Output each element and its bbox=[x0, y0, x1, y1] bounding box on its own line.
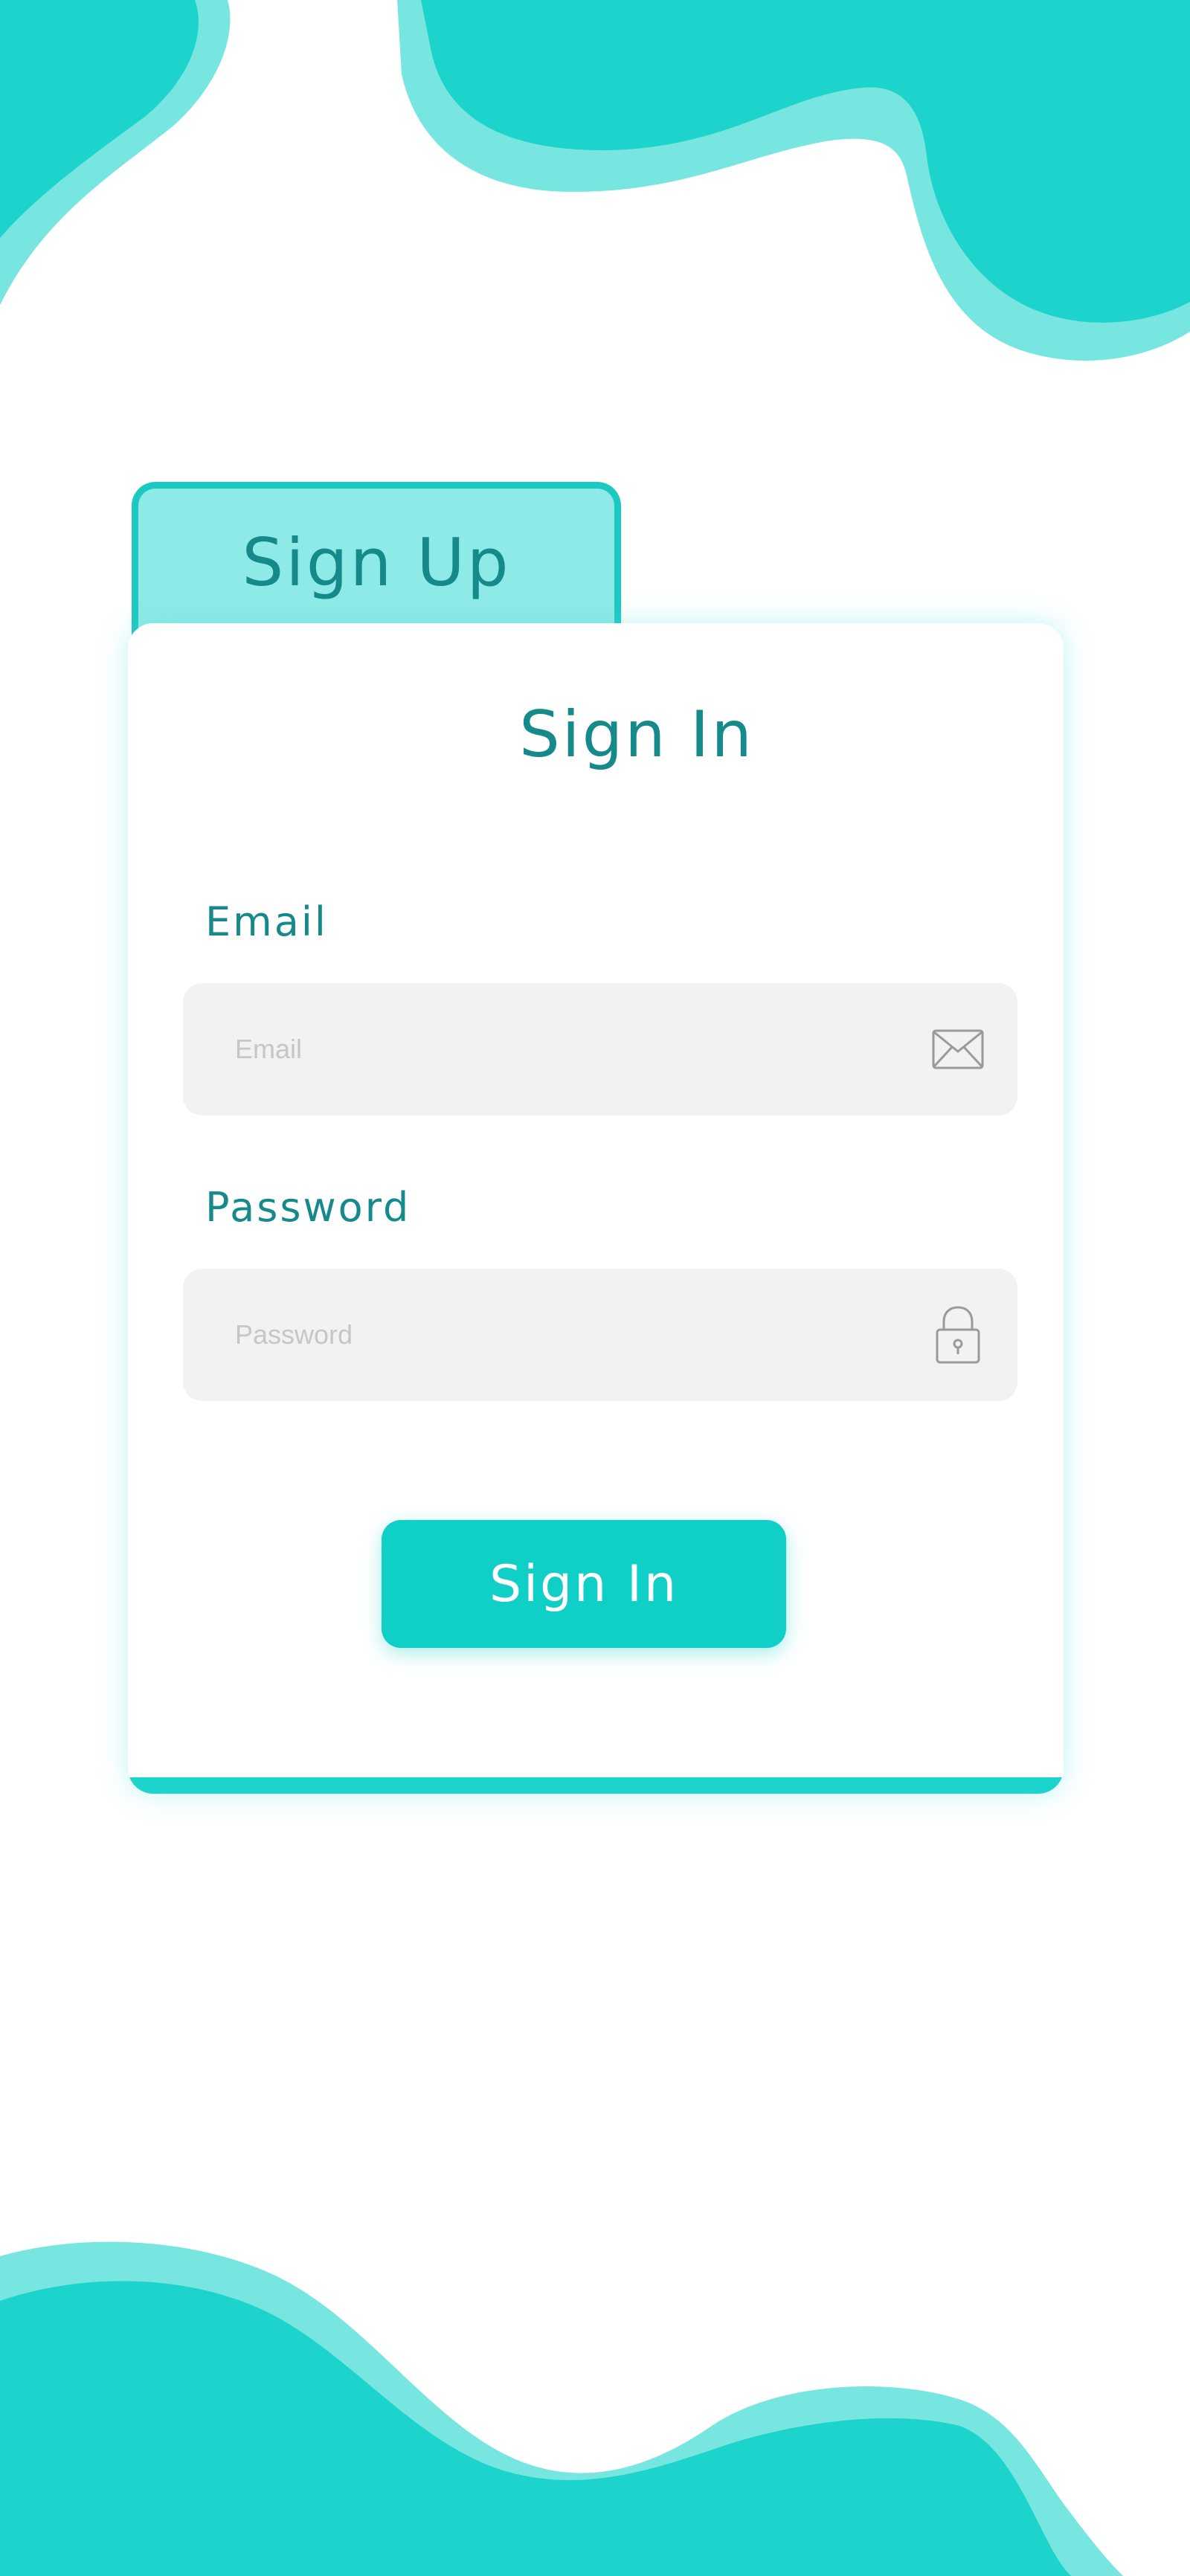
card-accent-bar bbox=[128, 1777, 1064, 1794]
sign-in-card: Sign In Email Password Sign In bbox=[128, 623, 1064, 1794]
tab-sign-up-label: Sign Up bbox=[242, 524, 511, 601]
password-label: Password bbox=[205, 1184, 411, 1231]
lock-icon bbox=[928, 1269, 988, 1401]
sign-in-button[interactable]: Sign In bbox=[382, 1520, 786, 1648]
email-field[interactable] bbox=[183, 983, 1017, 1115]
page-title: Sign In bbox=[519, 698, 754, 772]
password-field-container bbox=[183, 1269, 1017, 1401]
mail-icon bbox=[928, 983, 988, 1115]
email-field-container bbox=[183, 983, 1017, 1115]
bottom-blob-inner bbox=[0, 2281, 1071, 2576]
email-label: Email bbox=[205, 898, 328, 945]
password-field[interactable] bbox=[183, 1269, 1017, 1401]
tab-sign-up[interactable]: Sign Up bbox=[132, 482, 621, 645]
